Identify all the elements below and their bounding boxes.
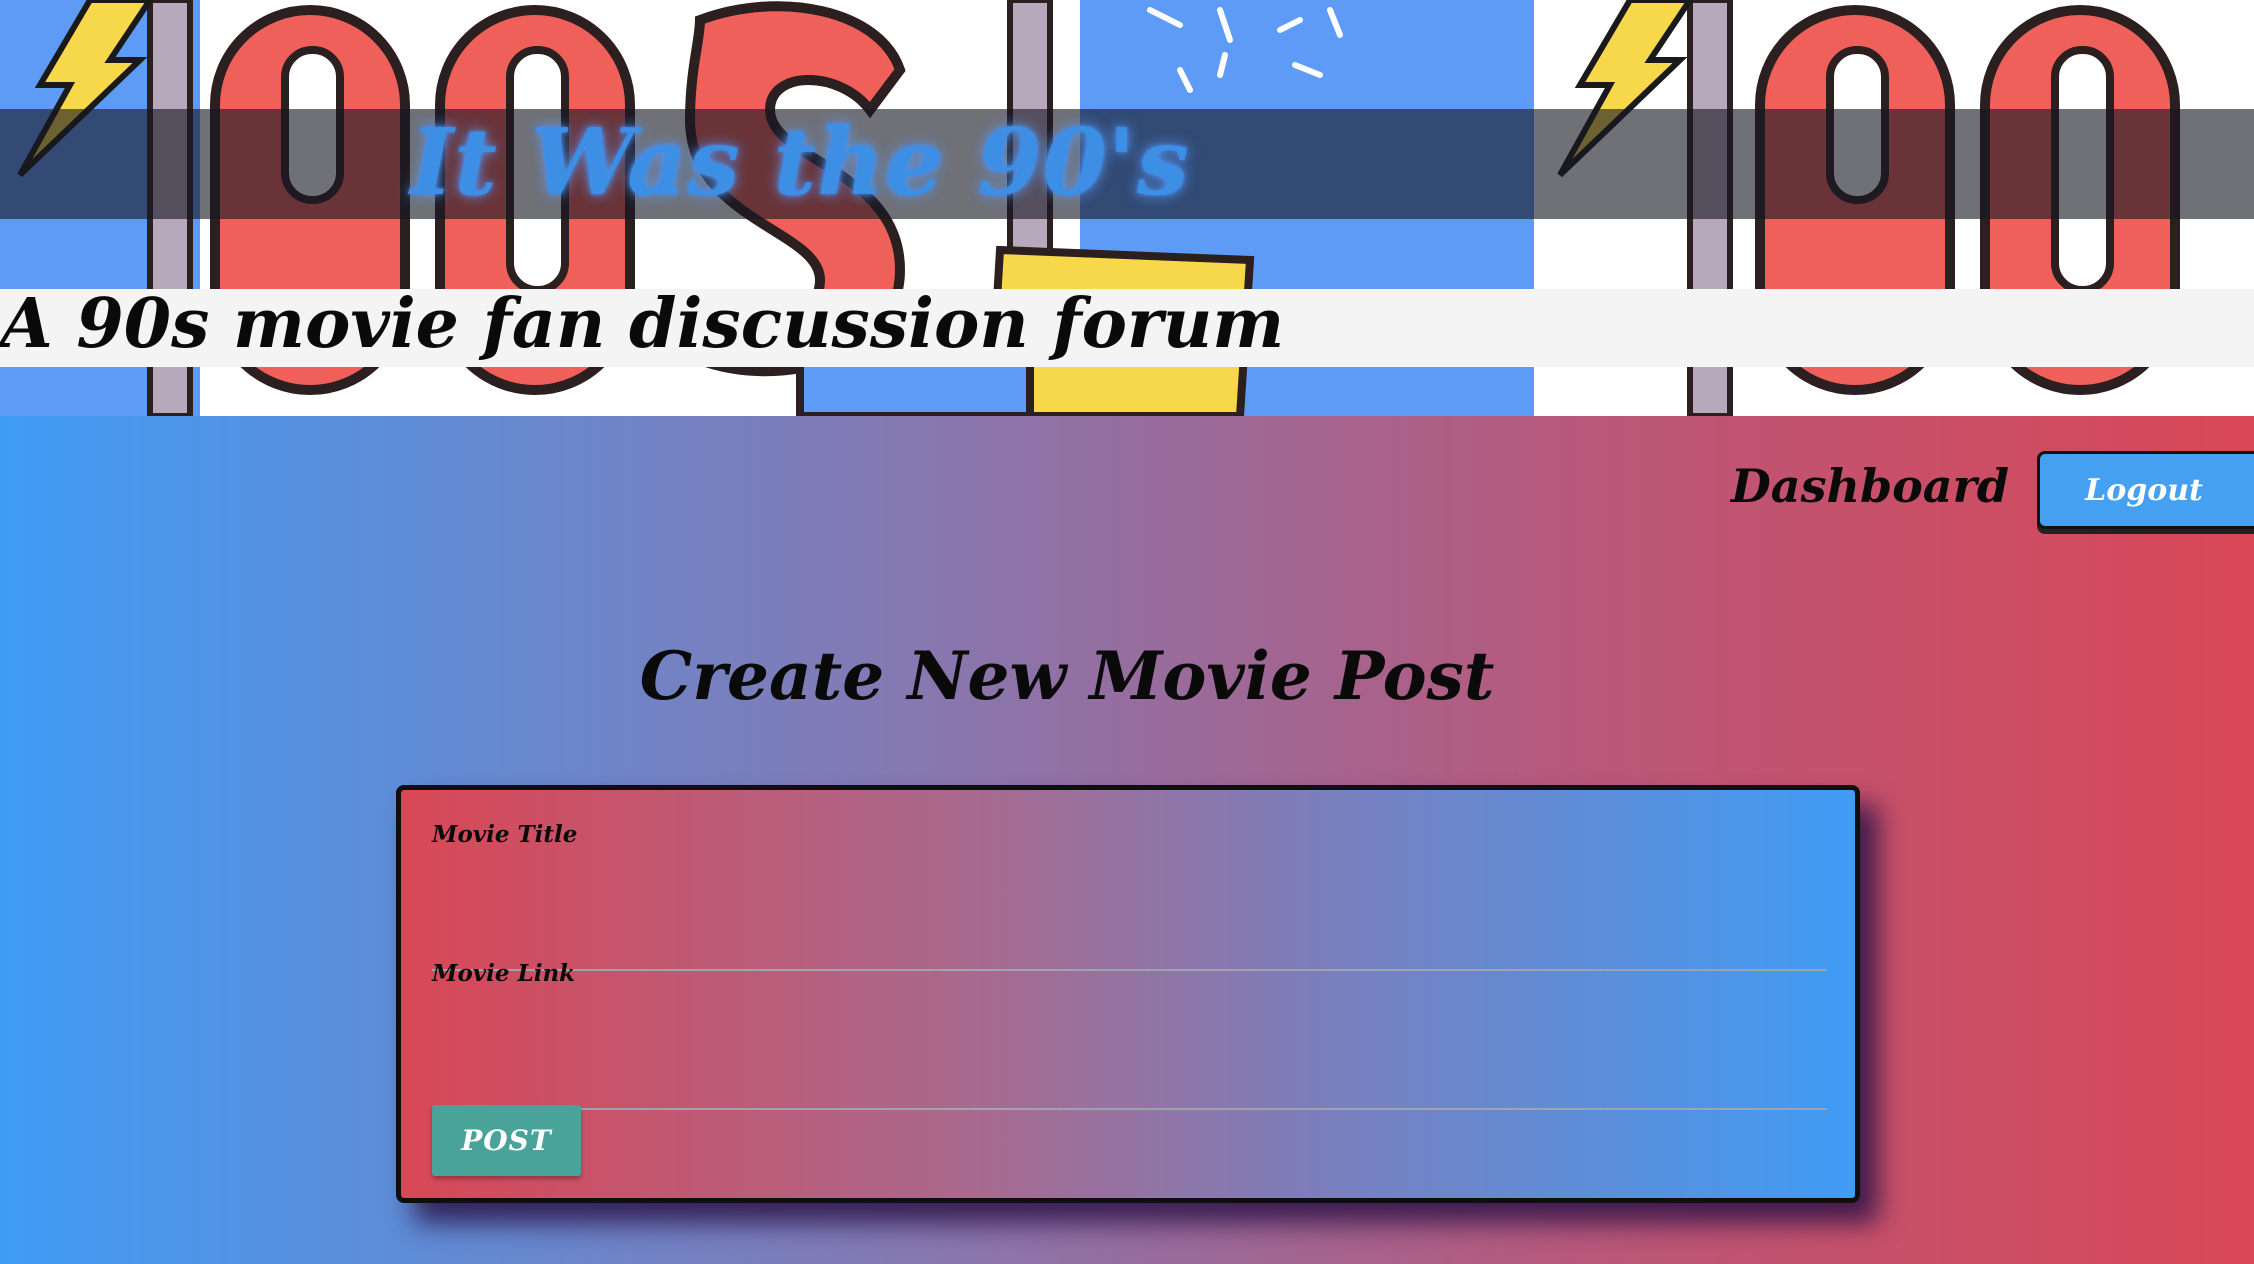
- site-title: It Was the 90's: [410, 108, 1190, 216]
- site-tagline: A 90s movie fan discussion forum: [0, 284, 1285, 364]
- movie-title-input[interactable]: [432, 921, 1827, 971]
- hero-banner: It Was the 90's A 90s movie fan discussi…: [0, 0, 2254, 416]
- post-button[interactable]: POST: [432, 1105, 581, 1176]
- main-content: Dashboard Logout Create New Movie Post M…: [0, 416, 2254, 1264]
- movie-title-label: Movie Title: [432, 821, 578, 848]
- logout-button[interactable]: Logout: [2037, 451, 2254, 529]
- movie-link-label: Movie Link: [432, 960, 576, 987]
- movie-link-input[interactable]: [432, 1060, 1827, 1110]
- page-title: Create New Movie Post: [639, 637, 1495, 715]
- new-movie-post-form: Movie Title Movie Link POST: [396, 785, 1860, 1203]
- dashboard-link[interactable]: Dashboard: [1731, 456, 2009, 516]
